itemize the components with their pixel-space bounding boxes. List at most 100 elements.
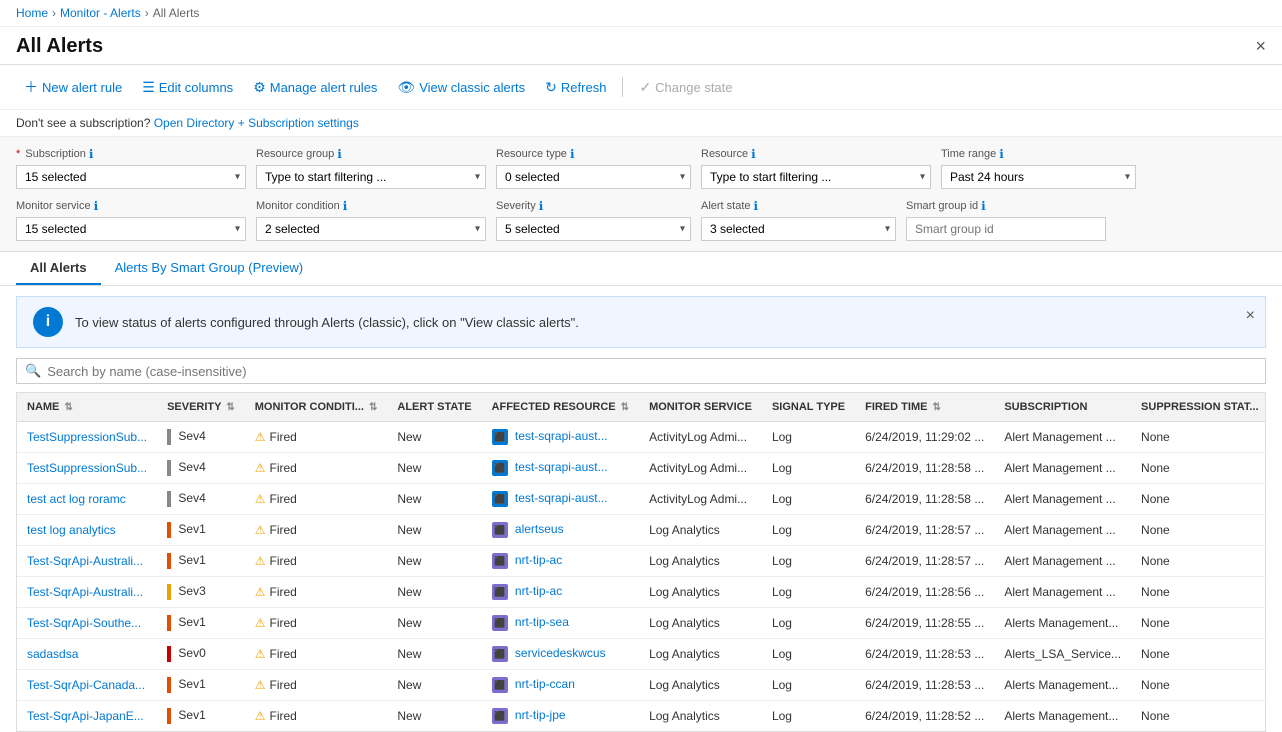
alert-name-link[interactable]: Test-SqrApi-JapanE... [27, 709, 144, 723]
alert-name-link[interactable]: Test-SqrApi-Southe... [27, 616, 141, 630]
time-range-label: Time range ℹ [941, 147, 1136, 161]
severity-select[interactable]: 5 selected [496, 217, 691, 241]
severity-filter: Severity ℹ 5 selected [496, 199, 691, 241]
alert-state-select[interactable]: 3 selected [701, 217, 896, 241]
resource-link[interactable]: servicedeskwcus [515, 646, 606, 660]
severity-bar [167, 491, 171, 507]
cell-fired-time: 6/24/2019, 11:28:57 ... [855, 546, 994, 577]
resource-link[interactable]: nrt-tip-jpe [515, 708, 566, 722]
col-monitor-condition[interactable]: MONITOR CONDITI... ⇅ [245, 393, 388, 422]
cell-affected-resource: ⬛ alertseus [482, 515, 640, 546]
alert-name-link[interactable]: Test-SqrApi-Australi... [27, 554, 143, 568]
cell-fired-time: 6/24/2019, 11:28:58 ... [855, 484, 994, 515]
tab-smart-group[interactable]: Alerts By Smart Group (Preview) [101, 252, 318, 285]
info-banner-text: To view status of alerts configured thro… [75, 315, 1249, 330]
cell-affected-resource: ⬛ nrt-tip-jpe [482, 701, 640, 732]
refresh-button[interactable]: ↻ Refresh [537, 75, 614, 100]
warning-icon: ⚠ [255, 461, 266, 475]
new-alert-rule-button[interactable]: ＋ New alert rule [16, 73, 130, 101]
signal-type-value: Log [772, 492, 792, 506]
col-alert-state[interactable]: ALERT STATE [387, 393, 481, 422]
cell-monitor-service: Log Analytics [639, 515, 762, 546]
alert-name-link[interactable]: sadasdsa [27, 647, 78, 661]
resource-icon: ⬛ [492, 522, 508, 538]
subscription-label: * Subscription ℹ [16, 147, 246, 161]
resource-group-select[interactable]: Type to start filtering ... [256, 165, 486, 189]
open-directory-link[interactable]: Open Directory + Subscription settings [154, 116, 359, 130]
alert-name-link[interactable]: TestSuppressionSub... [27, 461, 147, 475]
resource-link[interactable]: nrt-tip-ac [515, 584, 562, 598]
manage-alert-rules-button[interactable]: ⚙ Manage alert rules [245, 75, 385, 100]
suppression-stat-value: None [1141, 709, 1170, 723]
cell-signal-type: Log [762, 608, 855, 639]
suppression-stat-value: None [1141, 430, 1170, 444]
alert-name-link[interactable]: test act log roramc [27, 492, 126, 506]
monitor-condition-select[interactable]: 2 selected [256, 217, 486, 241]
close-button[interactable]: × [1255, 36, 1266, 57]
resource-link[interactable]: test-sqrapi-aust... [515, 429, 608, 443]
resource-link[interactable]: nrt-tip-sea [515, 615, 569, 629]
resource-link[interactable]: nrt-tip-ac [515, 553, 562, 567]
alert-name-link[interactable]: TestSuppressionSub... [27, 430, 147, 444]
alert-state-value: New [397, 492, 421, 506]
severity-value: Sev0 [178, 646, 205, 660]
resource-select[interactable]: Type to start filtering ... [701, 165, 931, 189]
resource-link[interactable]: alertseus [515, 522, 564, 536]
info-banner-close[interactable]: × [1246, 307, 1255, 325]
resource-link[interactable]: test-sqrapi-aust... [515, 491, 608, 505]
col-fired-time[interactable]: FIRED TIME ⇅ [855, 393, 994, 422]
search-icon: 🔍 [25, 363, 41, 379]
edit-columns-button[interactable]: ☰ Edit columns [134, 75, 241, 100]
monitor-service-value: Log Analytics [649, 647, 720, 661]
cell-subscription: Alerts Management... [994, 670, 1131, 701]
resource-icon: ⬛ [492, 646, 508, 662]
page-title: All Alerts [16, 35, 103, 58]
cell-suppression-stat: None [1131, 577, 1266, 608]
cell-alert-state: New [387, 484, 481, 515]
change-state-button[interactable]: ✓ Change state [631, 75, 740, 100]
cell-subscription: Alert Management ... [994, 577, 1131, 608]
cell-suppression-stat: None [1131, 639, 1266, 670]
alert-state-value: New [397, 523, 421, 537]
cell-signal-type: Log [762, 515, 855, 546]
col-name[interactable]: NAME ⇅ [17, 393, 157, 422]
fired-time-value: 6/24/2019, 11:28:53 ... [865, 678, 984, 692]
col-subscription[interactable]: SUBSCRIPTION [994, 393, 1131, 422]
cell-suppression-stat: None [1131, 546, 1266, 577]
col-monitor-service[interactable]: MONITOR SERVICE [639, 393, 762, 422]
alert-name-link[interactable]: Test-SqrApi-Canada... [27, 678, 145, 692]
col-severity[interactable]: SEVERITY ⇅ [157, 393, 245, 422]
cell-severity: Sev1 [157, 608, 245, 639]
cell-severity: Sev3 [157, 577, 245, 608]
smart-group-id-input[interactable] [906, 217, 1106, 241]
resource-link[interactable]: test-sqrapi-aust... [515, 460, 608, 474]
warning-icon: ⚠ [255, 585, 266, 599]
table-row: TestSuppressionSub... Sev4 ⚠Fired New ⬛ … [17, 453, 1266, 484]
cell-monitor-condition: ⚠Fired [245, 701, 388, 732]
subscription-select[interactable]: 15 selected [16, 165, 246, 189]
alert-name-link[interactable]: Test-SqrApi-Australi... [27, 585, 143, 599]
resource-icon: ⬛ [492, 491, 508, 507]
breadcrumb-home[interactable]: Home [16, 6, 48, 20]
cell-suppression-stat: None [1131, 701, 1266, 732]
alert-name-link[interactable]: test log analytics [27, 523, 116, 537]
time-range-select[interactable]: Past 24 hours [941, 165, 1136, 189]
tab-all-alerts[interactable]: All Alerts [16, 252, 101, 285]
resource-link[interactable]: nrt-tip-ccan [515, 677, 575, 691]
cell-subscription: Alerts Management... [994, 701, 1131, 732]
toolbar: ＋ New alert rule ☰ Edit columns ⚙ Manage… [0, 65, 1282, 110]
resource-type-select[interactable]: 0 selected [496, 165, 691, 189]
view-classic-alerts-button[interactable]: 👁 View classic alerts [389, 75, 533, 100]
cell-monitor-service: ActivityLog Admi... [639, 484, 762, 515]
monitor-service-select[interactable]: 15 selected [16, 217, 246, 241]
search-input[interactable] [47, 364, 1257, 379]
resource-icon: ⬛ [492, 460, 508, 476]
monitor-condition-value: Fired [270, 492, 297, 506]
severity-label: Severity ℹ [496, 199, 691, 213]
warning-icon: ⚠ [255, 523, 266, 537]
breadcrumb-monitor-alerts[interactable]: Monitor - Alerts [60, 6, 141, 20]
col-affected-resource[interactable]: AFFECTED RESOURCE ⇅ [482, 393, 640, 422]
time-range-filter: Time range ℹ Past 24 hours [941, 147, 1136, 189]
col-signal-type[interactable]: SIGNAL TYPE [762, 393, 855, 422]
col-suppression-stat[interactable]: SUPPRESSION STAT... [1131, 393, 1266, 422]
